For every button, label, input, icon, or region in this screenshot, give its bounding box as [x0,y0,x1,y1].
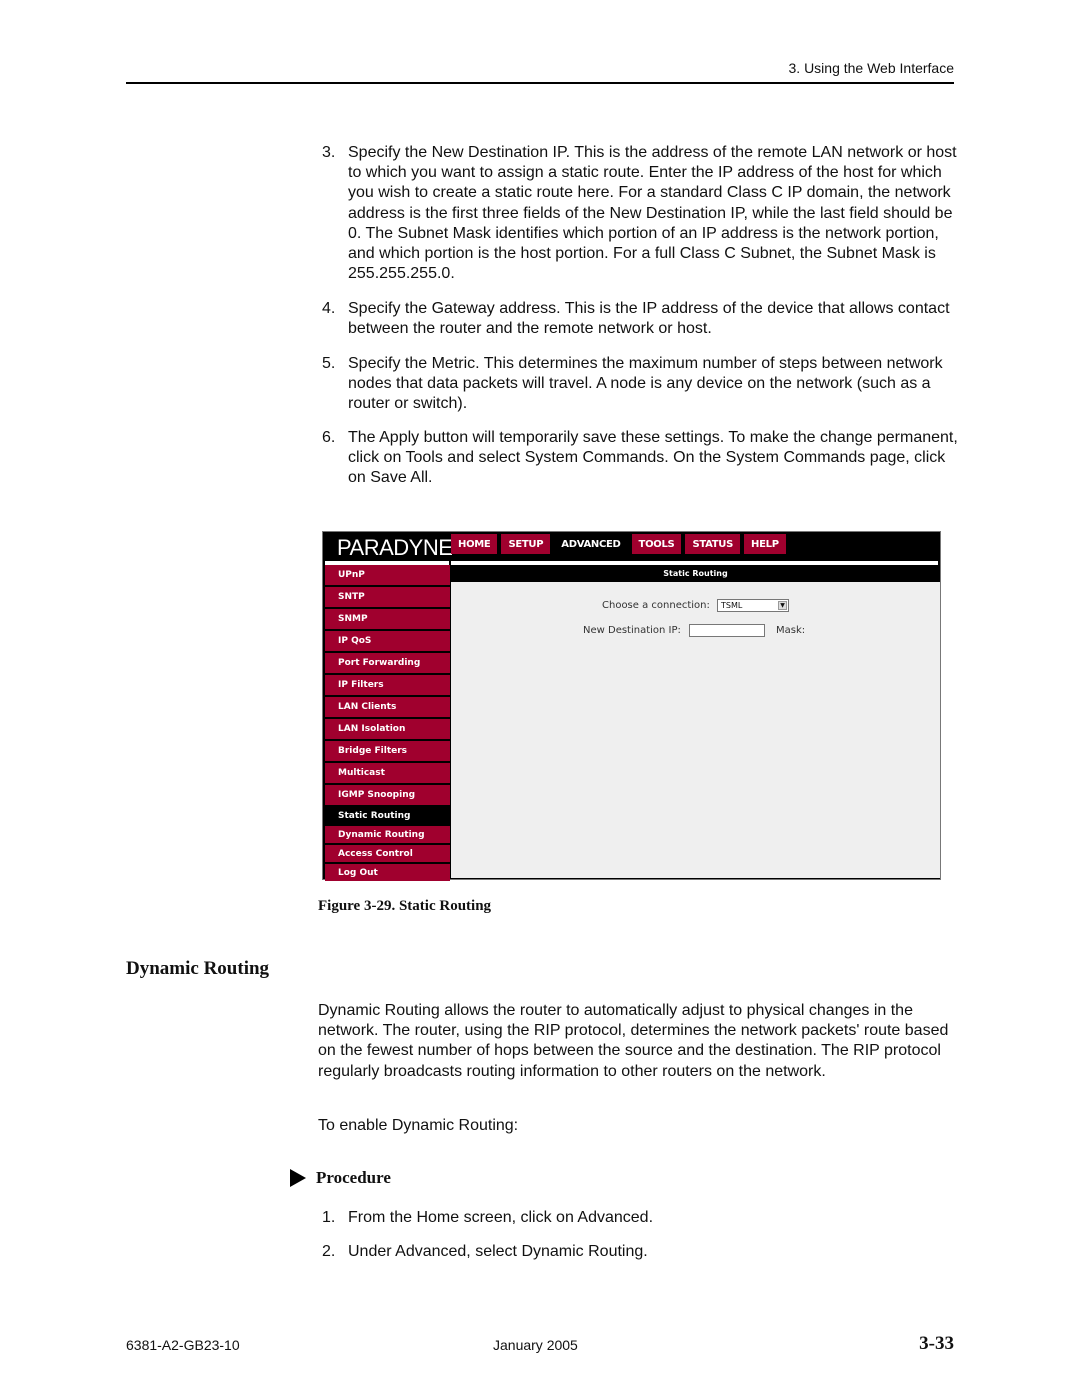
step-text: Under Advanced, select Dynamic Routing. [348,1243,648,1260]
nav-help[interactable]: HELP [744,534,786,554]
paradyne-logo: PARADYNE [337,535,453,560]
sidebar-item-ip-qos[interactable]: IP QoS [325,631,450,651]
figure-caption: Figure 3-29. Static Routing [318,898,492,914]
connection-value: TSML [721,601,743,610]
content-panel: Static Routing Choose a connection: TSML… [451,565,940,878]
header-rule [126,82,954,84]
nav-setup[interactable]: SETUP [501,534,551,554]
sidebar-item-log-out[interactable]: Log Out [325,864,450,881]
dest-ip-input[interactable] [689,624,765,637]
nav-status[interactable]: STATUS [685,534,741,554]
step-number: 6. [322,429,336,446]
sidebar-item-multicast[interactable]: Multicast [325,763,450,783]
sidebar-item-port-forwarding[interactable]: Port Forwarding [325,653,450,673]
step-text: From the Home screen, click on Advanced. [348,1209,654,1226]
connection-select[interactable]: TSML ▼ [717,599,789,612]
doc-number: 6381-A2-GB23-10 [126,1337,240,1353]
procedure-step-2: 2. Under Advanced, select Dynamic Routin… [322,1242,962,1262]
triangle-right-icon [290,1169,306,1187]
content-title: Static Routing [451,565,940,582]
connection-label: Choose a connection: [602,600,710,611]
sidebar-item-snmp[interactable]: SNMP [325,609,450,629]
running-header: 3. Using the Web Interface [788,60,955,76]
nav-home[interactable]: HOME [451,534,498,554]
procedure-heading: Procedure [290,1168,391,1188]
step-text: Specify the Metric. This determines the … [348,355,943,413]
nav-advanced[interactable]: ADVANCED [554,534,627,554]
sidebar-item-lan-isolation[interactable]: LAN Isolation [325,719,450,739]
section-heading: Dynamic Routing [126,958,270,979]
step-number: 5. [322,355,336,372]
dest-ip-label: New Destination IP: [583,625,681,636]
mask-label: Mask: [776,625,806,636]
sidebar-item-lan-clients[interactable]: LAN Clients [325,697,450,717]
intro-paragraph: Dynamic Routing allows the router to aut… [318,1002,949,1080]
step-text: Specify the New Destination IP. This is … [348,144,957,283]
step-5: 5. Specify the Metric. This determines t… [322,354,962,415]
step-number: 1. [322,1209,336,1226]
nav-tools[interactable]: TOOLS [631,534,682,554]
step-number: 4. [322,300,336,317]
step-4: 4. Specify the Gateway address. This is … [322,299,962,339]
top-nav: HOME SETUP ADVANCED TOOLS STATUS HELP [451,534,786,554]
enable-text: To enable Dynamic Routing: [318,1117,519,1134]
procedure-label: Procedure [316,1168,391,1187]
sidebar-item-upnp[interactable]: UPnP [325,565,450,585]
static-routing-screenshot: PARADYNE HOME SETUP ADVANCED TOOLS STATU… [322,531,941,883]
sidebar-item-igmp-snooping[interactable]: IGMP Snooping [325,785,450,805]
step-text: Specify the Gateway address. This is the… [348,300,950,338]
step-3: 3. Specify the New Destination IP. This … [322,143,962,284]
page-number: 3-33 [919,1333,954,1354]
sidebar-item-access-control[interactable]: Access Control [325,845,450,862]
doc-date: January 2005 [493,1337,578,1353]
sidebar-item-bridge-filters[interactable]: Bridge Filters [325,741,450,761]
sidebar: UPnP SNTP SNMP IP QoS Port Forwarding IP… [325,565,450,883]
step-number: 2. [322,1243,336,1260]
sidebar-item-sntp[interactable]: SNTP [325,587,450,607]
procedure-step-1: 1. From the Home screen, click on Advanc… [322,1208,962,1228]
sidebar-item-static-routing[interactable]: Static Routing [325,807,450,824]
sidebar-item-ip-filters[interactable]: IP Filters [325,675,450,695]
chevron-down-icon[interactable]: ▼ [778,601,787,610]
step-6: 6. The Apply button will temporarily sav… [322,428,962,489]
step-number: 3. [322,144,336,161]
sidebar-item-dynamic-routing[interactable]: Dynamic Routing [325,826,450,843]
step-text: The Apply button will temporarily save t… [348,429,958,487]
